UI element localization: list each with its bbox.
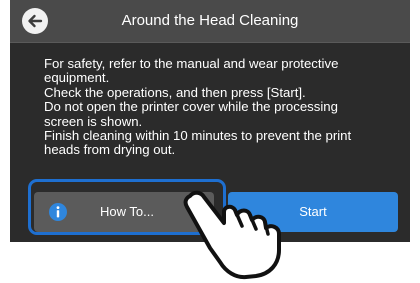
instruction-line: Check the operations, and then press [St… <box>44 84 306 100</box>
instruction-line: Finish cleaning within 10 minutes to pre… <box>44 128 352 158</box>
instruction-line: For safety, refer to the manual and wear… <box>44 56 339 86</box>
pointing-hand-icon <box>183 190 281 280</box>
page-title: Around the Head Cleaning <box>121 12 299 29</box>
instructions-text: For safety, refer to the manual and wear… <box>44 56 380 158</box>
instruction-line: Do not open the printer cover while the … <box>44 99 338 129</box>
title-bar: Around the Head Cleaning <box>10 0 410 43</box>
start-label: Start <box>299 204 327 219</box>
